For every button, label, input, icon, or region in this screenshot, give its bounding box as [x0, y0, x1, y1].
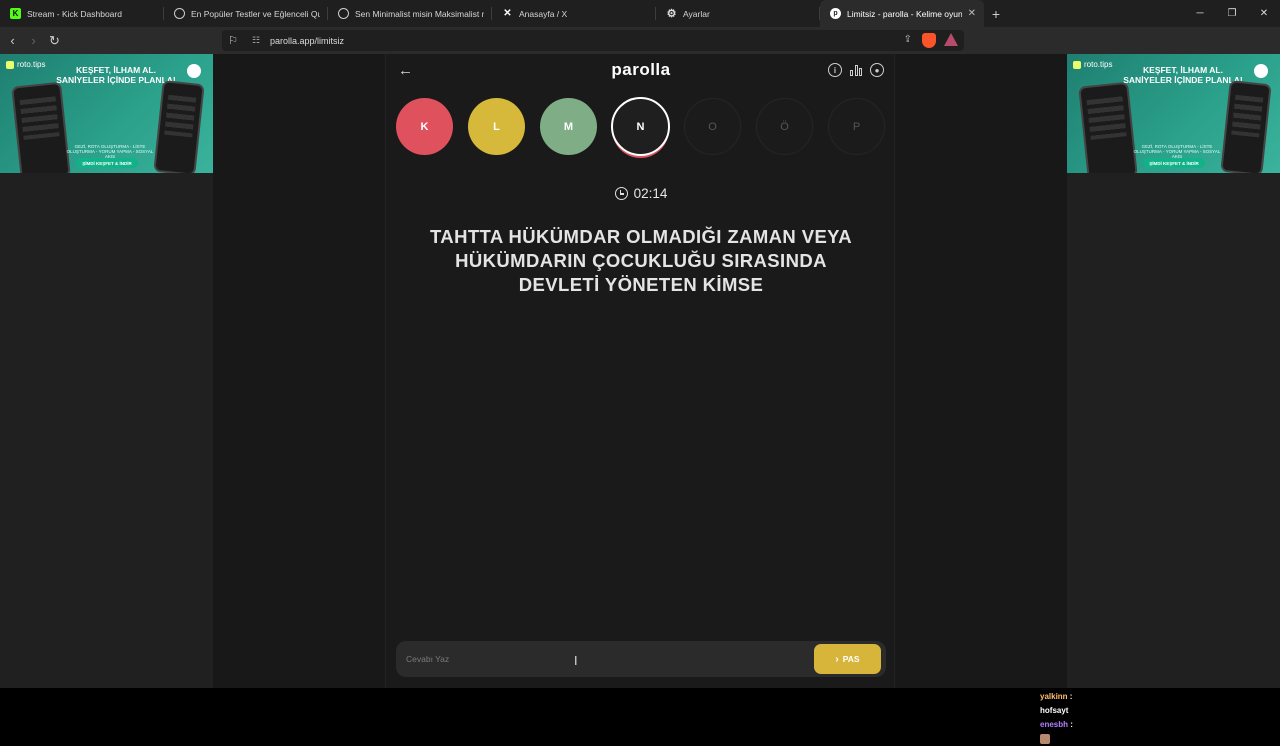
new-tab-button[interactable]: +: [984, 0, 1008, 27]
tab-popular-quizzes[interactable]: En Popüler Testler ve Eğlenceli Quizler: [164, 0, 328, 27]
chat-message: hofsayt: [1040, 706, 1069, 715]
letter-wheel: K L M N O Ö P: [396, 97, 886, 157]
letter-bubble-m[interactable]: M: [540, 98, 597, 155]
brave-shields-icon[interactable]: [922, 33, 936, 48]
ad-banner[interactable]: roto.tips KEŞFET, İLHAM AL. SANİYELER İÇ…: [1067, 54, 1280, 173]
minimize-icon[interactable]: ─: [1184, 0, 1216, 27]
quiz-site-icon: [338, 8, 349, 19]
chevron-right-icon: ›: [835, 653, 839, 665]
ad-headline: KEŞFET, İLHAM AL. SANİYELER İÇİNDE PLANL…: [1123, 65, 1243, 85]
brave-rewards-icon[interactable]: [944, 33, 958, 46]
ad-dot-icon: [1254, 64, 1268, 78]
share-icon[interactable]: ⇪: [904, 34, 912, 45]
tab-title: Anasayfa / X: [519, 8, 568, 19]
chat-username: yalkinn: [1040, 692, 1068, 701]
quiz-site-icon: [174, 8, 185, 19]
clock-icon: [614, 187, 628, 200]
url-text: parolla.app/limitsiz: [270, 35, 345, 46]
tab-title: Limitsiz - parolla - Kelime oyunu: [847, 8, 962, 19]
letter-bubble-oe[interactable]: Ö: [756, 98, 813, 155]
profile-icon[interactable]: ●: [870, 63, 884, 77]
close-tab-icon[interactable]: ✕: [968, 8, 976, 19]
tab-title: Sen Minimalist misin Maksimalist mi?: [355, 8, 484, 19]
ad-small-text: GEZİ, ROTA OLUŞTURMA - LİSTE OLUŞTURMA -…: [1133, 144, 1221, 159]
ad-dot-icon: [187, 64, 201, 78]
ad-cta-button[interactable]: ŞİMDİ KEŞFET & İNDİR: [1143, 158, 1205, 168]
phone-mockup: [11, 81, 71, 173]
kick-icon: K: [10, 8, 21, 19]
pass-button[interactable]: › PAS: [814, 644, 881, 674]
header-actions: i ●: [821, 63, 884, 77]
chat-line: yalkinn : hofsayt: [1040, 692, 1073, 715]
chat-username: enesbh: [1040, 720, 1069, 729]
chat-line: enesbh :: [1040, 718, 1085, 746]
tab-settings[interactable]: ⚙ Ayarlar: [656, 0, 820, 27]
tab-kick-dashboard[interactable]: K Stream - Kick Dashboard: [0, 0, 164, 27]
timer-value: 02:14: [633, 186, 668, 201]
gear-icon: ⚙: [666, 8, 677, 20]
restore-icon[interactable]: ❐: [1216, 0, 1248, 27]
parolla-icon: p: [830, 8, 841, 19]
reload-icon[interactable]: ↻: [44, 30, 65, 51]
roto-logo-icon: [6, 60, 14, 69]
app-header: ← parolla i ●: [386, 54, 896, 88]
letter-bubble-p[interactable]: P: [828, 98, 885, 155]
text-cursor-icon: Ⅰ: [574, 654, 578, 668]
ad-brand: roto.tips: [1073, 60, 1112, 69]
window-controls: ─ ❐ ✕: [1184, 0, 1280, 27]
tab-title: En Popüler Testler ve Eğlenceli Quizler: [191, 8, 320, 19]
tab-x-home[interactable]: ✕ Anasayfa / X: [492, 0, 656, 27]
phone-mockup: [153, 80, 205, 173]
app-logo: parolla: [611, 60, 671, 79]
ad-cta-button[interactable]: ŞİMDİ KEŞFET & İNDİR: [76, 158, 138, 168]
browser-tab-strip: K Stream - Kick Dashboard En Popüler Tes…: [0, 0, 1280, 27]
tab-parolla[interactable]: p Limitsiz - parolla - Kelime oyunu ✕: [820, 0, 984, 27]
close-window-icon[interactable]: ✕: [1248, 0, 1280, 27]
roto-logo-icon: [1073, 60, 1081, 69]
question-text: TAHTTA HÜKÜMDAR OLMADIĞI ZAMAN VEYA HÜKÜ…: [429, 226, 852, 295]
timer: 02:14: [386, 186, 896, 201]
forward-nav-icon[interactable]: ›: [23, 30, 44, 51]
answer-input[interactable]: [406, 651, 786, 667]
right-ad-column: roto.tips KEŞFET, İLHAM AL. SANİYELER İÇ…: [1067, 54, 1280, 688]
ad-headline: KEŞFET, İLHAM AL. SANİYELER İÇİNDE PLANL…: [56, 65, 176, 85]
info-icon[interactable]: i: [828, 63, 842, 77]
stats-icon[interactable]: [849, 63, 863, 77]
phone-mockup: [1078, 81, 1138, 173]
tab-title: Ayarlar: [683, 8, 710, 19]
emote-icon: [1040, 733, 1050, 744]
letter-bubble-n[interactable]: N: [611, 97, 670, 156]
letter-bubble-o[interactable]: O: [684, 98, 741, 155]
stream-chat-overlay: yalkinn : hofsayt enesbh :: [1040, 690, 1085, 746]
back-nav-icon[interactable]: ‹: [2, 30, 23, 51]
tab-minimalist-quiz[interactable]: Sen Minimalist misin Maksimalist mi?: [328, 0, 492, 27]
letter-bubble-k[interactable]: K: [396, 98, 453, 155]
address-bar[interactable]: ⚐ ☷ parolla.app/limitsiz ⇪: [222, 30, 964, 51]
site-settings-icon[interactable]: ☷: [248, 35, 264, 46]
ad-brand: roto.tips: [6, 60, 45, 69]
answer-bar: › PAS: [396, 641, 886, 677]
pass-label: PAS: [842, 654, 860, 664]
bookmark-icon[interactable]: ⚐: [224, 34, 242, 47]
game-container: ← parolla i ● K L M N O Ö P 02:14 TAHTTA…: [385, 54, 895, 688]
phone-mockup: [1220, 80, 1272, 173]
ad-banner[interactable]: roto.tips KEŞFET, İLHAM AL. SANİYELER İÇ…: [0, 54, 213, 173]
left-ad-column: roto.tips KEŞFET, İLHAM AL. SANİYELER İÇ…: [0, 54, 213, 688]
ad-small-text: GEZİ, ROTA OLUŞTURMA - LİSTE OLUŞTURMA -…: [66, 144, 154, 159]
x-icon: ✕: [503, 8, 512, 19]
page-viewport: roto.tips KEŞFET, İLHAM AL. SANİYELER İÇ…: [0, 54, 1280, 688]
browser-toolbar: ‹ › ↻ ⚐ ☷ parolla.app/limitsiz ⇪ 7 » 文 ⧉…: [0, 27, 1280, 75]
tab-title: Stream - Kick Dashboard: [27, 8, 122, 19]
letter-bubble-l[interactable]: L: [468, 98, 525, 155]
